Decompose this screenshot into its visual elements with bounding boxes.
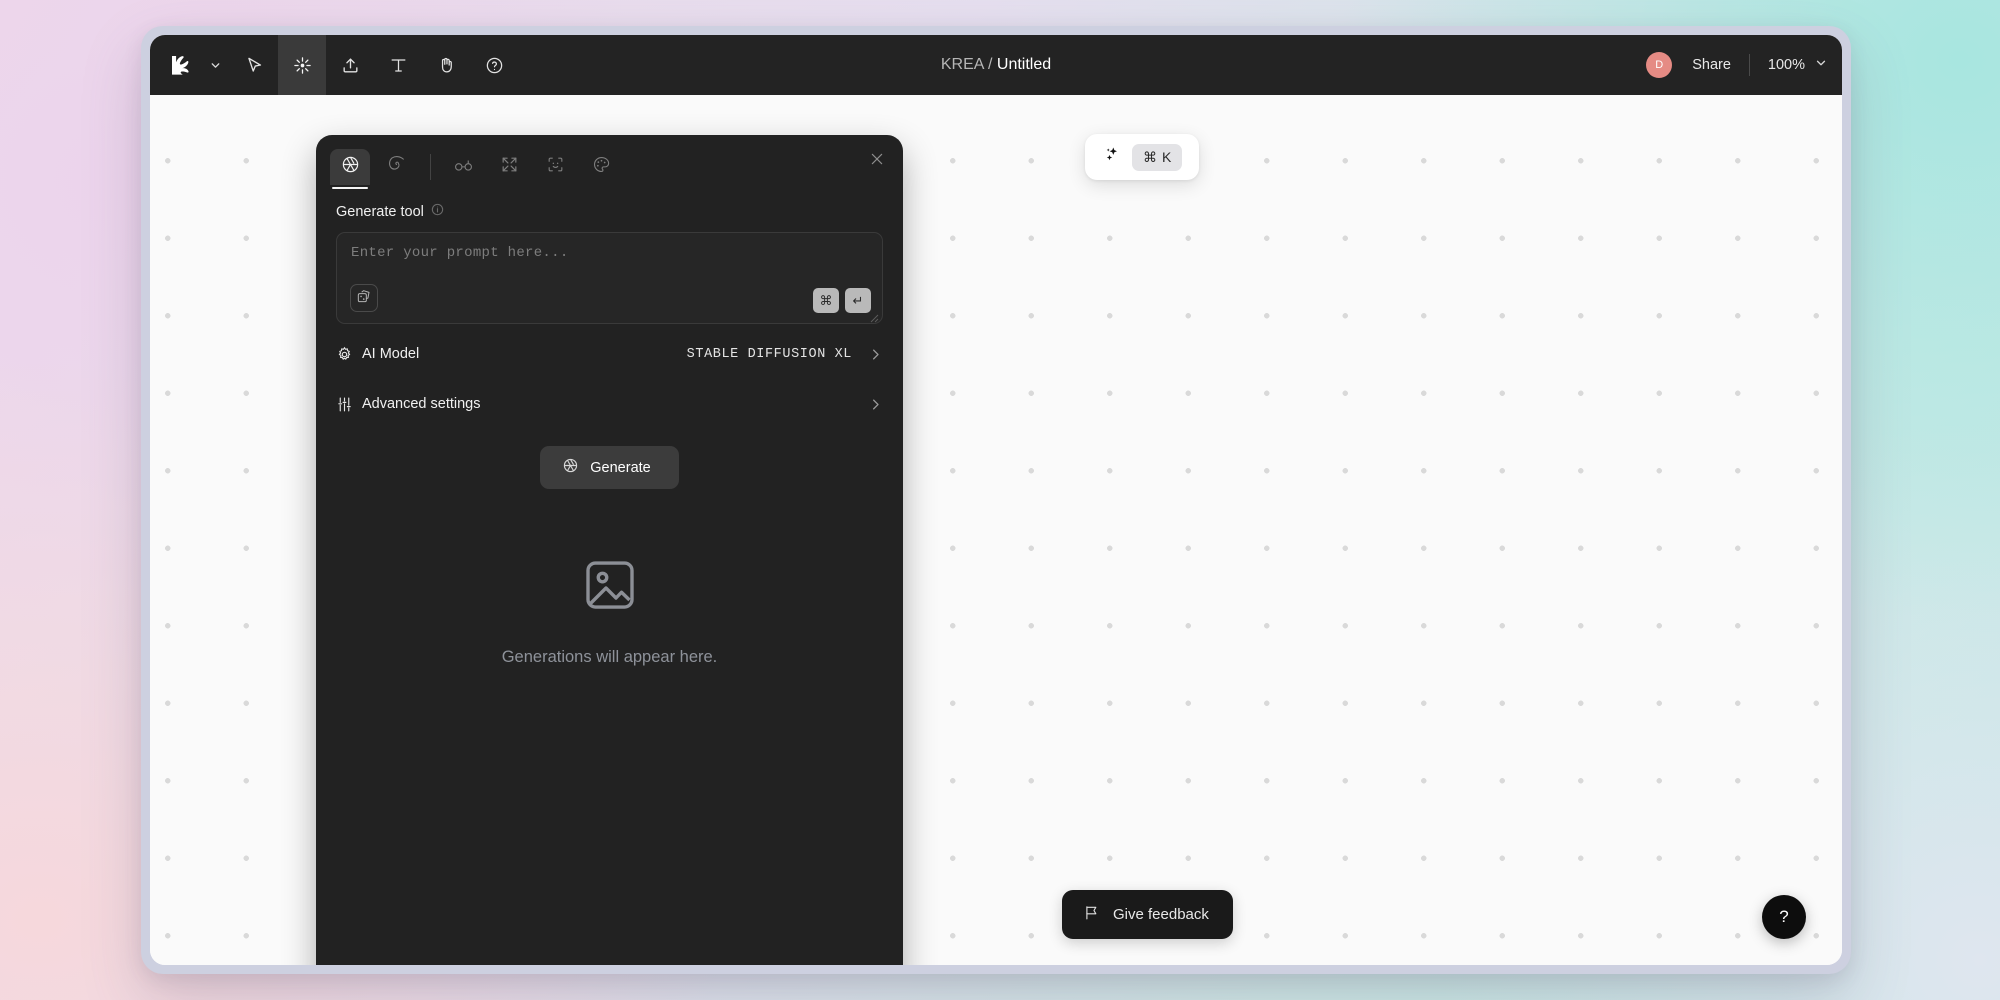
chevron-down-icon (1814, 56, 1828, 75)
face-scan-icon (546, 155, 565, 179)
tab-generate[interactable] (330, 149, 370, 189)
toolbar-left-group (150, 35, 518, 95)
command-key-button[interactable]: ⌘ (813, 288, 839, 313)
spiral-icon (387, 155, 406, 179)
advanced-settings-label: Advanced settings (362, 396, 481, 412)
give-feedback-button[interactable]: Give feedback (1062, 890, 1233, 939)
generate-button-label: Generate (590, 459, 651, 476)
help-fab-button[interactable]: ? (1762, 895, 1806, 939)
ai-model-value: STABLE DIFFUSION XL (686, 346, 852, 362)
aperture-icon (562, 457, 579, 478)
title-brand: KREA (940, 56, 984, 73)
zoom-level-label: 100% (1767, 57, 1805, 73)
command-k-pill[interactable]: ⌘ K (1085, 134, 1200, 180)
upload-icon (341, 56, 360, 75)
panel-title-row: Generate tool (336, 203, 883, 220)
cursor-arrow-icon (245, 56, 264, 75)
share-button[interactable]: Share (1692, 57, 1749, 73)
command-modifier-label: ⌘ (1143, 148, 1157, 165)
tab-realtime[interactable] (443, 149, 483, 185)
dice-shuffle-icon (356, 288, 372, 309)
enter-key-button[interactable]: ↵ (845, 288, 871, 313)
question-mark-icon: ? (1779, 907, 1789, 926)
generate-tool-button[interactable] (278, 35, 326, 95)
help-tool-button[interactable] (470, 35, 518, 95)
text-t-icon (389, 56, 408, 75)
generations-empty-state: Generations will appear here. (336, 555, 883, 667)
prompt-shortcut-keys: ⌘ ↵ (813, 288, 871, 313)
sparkles-icon (1103, 145, 1122, 169)
toolbar-right-group: D Share 100% (1646, 35, 1828, 95)
panel-title: Generate tool (336, 203, 424, 220)
avatar[interactable]: D (1646, 52, 1673, 78)
app-window-frame: KREA / Untitled D Share 100% ⌘ K Generat… (141, 26, 1851, 974)
ai-model-label: AI Model (362, 346, 420, 362)
panel-tab-bar (316, 135, 903, 189)
tab-face[interactable] (535, 149, 575, 185)
resize-grip-icon[interactable] (869, 310, 879, 323)
close-icon (869, 153, 885, 171)
cursor-tool-button[interactable] (230, 35, 278, 95)
app-window: KREA / Untitled D Share 100% ⌘ K Generat… (150, 35, 1842, 965)
dice-shuffle-button[interactable] (350, 284, 378, 312)
sliders-icon (336, 396, 362, 413)
command-k-key-badge: ⌘ K (1132, 143, 1183, 171)
top-toolbar: KREA / Untitled D Share 100% (150, 35, 1842, 95)
ai-model-row[interactable]: AI Model STABLE DIFFUSION XL (336, 334, 883, 374)
chevron-right-icon (868, 347, 883, 362)
command-k-letter: K (1162, 149, 1172, 165)
question-circle-icon (485, 56, 504, 75)
prompt-input-container[interactable]: Enter your prompt here... ⌘ ↵ (336, 232, 883, 324)
panel-content: Generate tool Enter your prompt here... (316, 185, 903, 667)
tab-style[interactable] (581, 149, 621, 185)
panel-tab-divider (430, 154, 431, 180)
upload-tool-button[interactable] (326, 35, 374, 95)
chevron-right-icon (868, 397, 883, 412)
title-document: Untitled (996, 56, 1052, 73)
generate-button-row: Generate (336, 446, 883, 489)
prompt-input[interactable]: Enter your prompt here... (351, 245, 868, 261)
title-separator: / (983, 56, 997, 73)
hand-icon (437, 56, 456, 75)
gear-icon (336, 346, 362, 363)
text-tool-button[interactable] (374, 35, 422, 95)
glasses-icon (453, 155, 474, 179)
generate-button[interactable]: Generate (540, 446, 679, 489)
zoom-control[interactable]: 100% (1750, 56, 1828, 75)
krea-logo-icon (170, 55, 189, 75)
tab-upscale[interactable] (489, 149, 529, 185)
logo-dropdown-button[interactable] (200, 35, 230, 95)
generate-tool-panel: Generate tool Enter your prompt here... (316, 135, 903, 965)
hand-tool-button[interactable] (422, 35, 470, 95)
palette-icon (592, 155, 611, 179)
flag-icon (1083, 904, 1100, 925)
krea-logo-button[interactable] (158, 35, 200, 95)
give-feedback-label: Give feedback (1113, 906, 1209, 923)
image-placeholder-icon (580, 555, 640, 620)
tab-enhance[interactable] (376, 149, 416, 185)
expand-arrows-icon (500, 155, 519, 179)
empty-state-text: Generations will appear here. (501, 648, 718, 666)
aperture-icon (341, 155, 360, 179)
advanced-settings-row[interactable]: Advanced settings (336, 384, 883, 424)
panel-close-button[interactable] (869, 151, 885, 172)
sparkle-burst-icon (293, 56, 312, 75)
chevron-down-icon (209, 59, 222, 72)
info-circle-icon[interactable] (431, 203, 444, 220)
